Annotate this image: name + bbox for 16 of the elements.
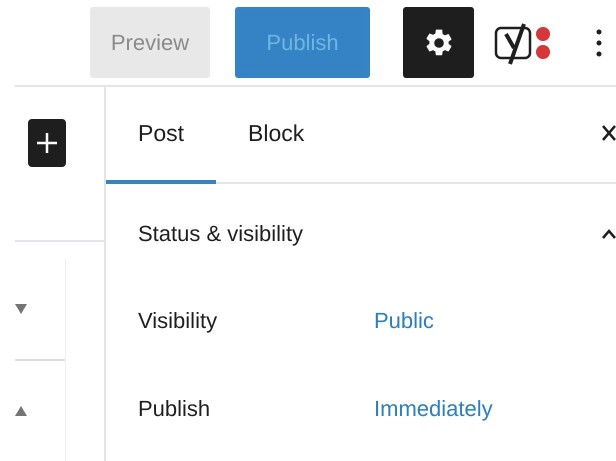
row-label: Publish [138,396,212,422]
plus-icon [35,131,59,155]
row-value-link[interactable]: Immediately [374,396,493,422]
move-down-icon[interactable] [15,304,27,314]
close-icon [602,125,616,141]
sidebar-tab[interactable]: Post [106,87,216,184]
kebab-menu-icon [596,28,602,58]
settings-button[interactable] [403,7,474,78]
row-label: Visibility [138,308,218,334]
panel-toggle[interactable]: Status & visibility [106,184,616,284]
row-value-link[interactable]: Public [374,308,434,334]
sidebar-tab[interactable]: Block [216,87,336,184]
close-button[interactable] [602,125,616,141]
add-block-button[interactable] [28,119,66,167]
more-options-button[interactable] [596,28,602,58]
move-up-icon[interactable] [15,406,27,416]
